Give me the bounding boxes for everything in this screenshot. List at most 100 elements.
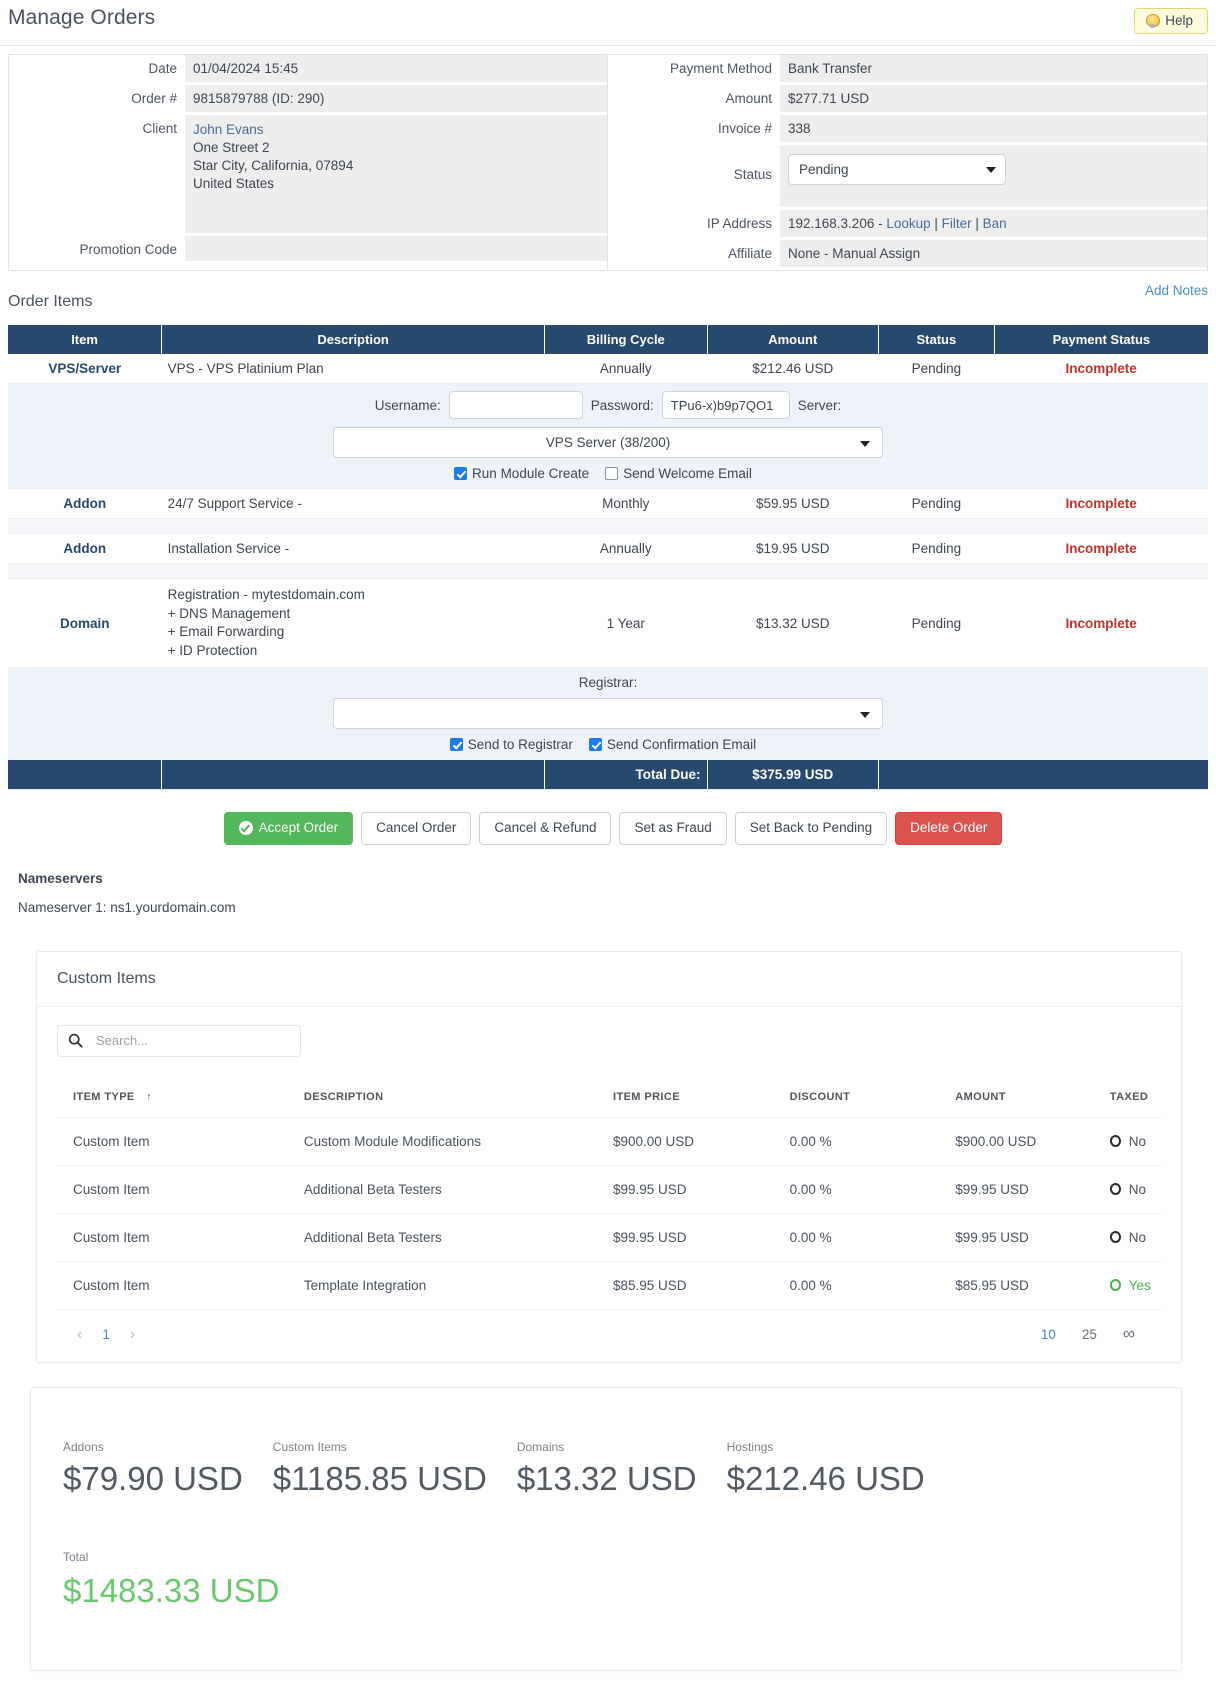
password-label: Password: xyxy=(590,397,654,413)
column-description[interactable]: DESCRIPTION xyxy=(299,1080,609,1118)
server-label: Server: xyxy=(797,397,842,413)
order-summary-card: Addons $79.90 USD Custom Items $1185.85 … xyxy=(30,1386,1182,1671)
help-button[interactable]: Help xyxy=(1134,8,1208,34)
summary-domains-label: Domains xyxy=(516,1439,565,1454)
total-due-row: Total Due: $375.99 USD xyxy=(8,759,1208,790)
custom-items-table-head: ITEM TYPE ↑ DESCRIPTION ITEM PRICE DISCO… xyxy=(57,1080,1161,1118)
domain-options-row: Send to Registrar Send Confirmation Emai… xyxy=(14,737,1202,752)
send-confirmation-email-group[interactable]: Send Confirmation Email xyxy=(588,737,757,752)
username-label: Username: xyxy=(374,397,441,413)
taxed-indicator[interactable]: No xyxy=(1109,1182,1157,1197)
status-cell: Pending xyxy=(780,145,1207,209)
registrar-label: Registrar: xyxy=(578,675,638,690)
cancel-and-refund-button[interactable]: Cancel & Refund xyxy=(479,812,612,845)
send-welcome-email-checkbox[interactable] xyxy=(605,467,619,480)
client-label: Client xyxy=(9,115,185,235)
table-row: Addon 24/7 Support Service - Monthly $59… xyxy=(8,488,1208,519)
set-as-fraud-button[interactable]: Set as Fraud xyxy=(619,812,727,845)
chevron-down-icon xyxy=(860,441,870,447)
page-size-10[interactable]: 10 xyxy=(1041,1327,1056,1342)
row-description: Registration - mytestdomain.com + DNS Ma… xyxy=(161,578,545,668)
accept-order-button[interactable]: Accept Order xyxy=(223,812,354,845)
radio-on-icon xyxy=(1109,1279,1121,1292)
row-amount: $900.00 USD xyxy=(951,1117,1106,1166)
row-status: Pending xyxy=(878,488,995,519)
column-item-type-label: ITEM TYPE xyxy=(73,1090,135,1103)
delete-order-button[interactable]: Delete Order xyxy=(895,812,1003,845)
row-taxed: No xyxy=(1105,1117,1161,1166)
row-amount: $99.95 USD xyxy=(951,1213,1106,1262)
custom-items-title: Custom Items xyxy=(37,952,1181,1007)
registrar-select[interactable] xyxy=(333,698,883,729)
send-to-registrar-label: Send to Registrar xyxy=(467,737,573,752)
cancel-order-button[interactable]: Cancel Order xyxy=(361,812,472,845)
ip-lookup-link[interactable]: Lookup xyxy=(886,216,930,231)
vps-options-row: Run Module Create Send Welcome Email xyxy=(14,466,1202,481)
vps-provisioning-panel: Username: Password: Server: VPS Server (… xyxy=(8,383,1208,489)
page-size-25[interactable]: 25 xyxy=(1082,1327,1097,1342)
row-separator-cell xyxy=(8,563,1208,579)
page-header: Manage Orders Help xyxy=(0,0,1216,46)
send-welcome-email-label: Send Welcome Email xyxy=(623,466,752,481)
send-confirmation-email-checkbox[interactable] xyxy=(588,738,602,751)
send-to-registrar-group[interactable]: Send to Registrar xyxy=(449,737,573,752)
row-description: VPS - VPS Platinium Plan xyxy=(161,354,545,384)
row-item-type: Addon xyxy=(8,488,162,519)
summary-custom-items-value: $1185.85 USD xyxy=(272,1459,487,1497)
column-item-type[interactable]: ITEM TYPE ↑ xyxy=(57,1080,300,1118)
order-status-select[interactable]: Pending xyxy=(788,154,1006,185)
run-module-create-checkbox[interactable] xyxy=(454,467,468,480)
order-items-table-body: VPS/Server VPS - VPS Platinium Plan Annu… xyxy=(8,354,1208,790)
run-module-create-label: Run Module Create xyxy=(472,466,590,481)
column-description: Description xyxy=(161,325,546,354)
taxed-indicator[interactable]: Yes xyxy=(1109,1278,1157,1293)
client-name-link[interactable]: John Evans xyxy=(193,121,599,139)
client-address-line-1: One Street 2 xyxy=(193,140,270,155)
set-back-to-pending-button[interactable]: Set Back to Pending xyxy=(734,812,888,845)
pagination-page-1[interactable]: 1 xyxy=(92,1327,120,1342)
username-input[interactable] xyxy=(448,391,583,419)
row-description: Additional Beta Testers xyxy=(299,1213,609,1262)
client-address-line-2: Star City, California, 07894 xyxy=(193,158,354,173)
taxed-indicator[interactable]: No xyxy=(1109,1134,1157,1149)
column-item: Item xyxy=(8,325,163,354)
password-input[interactable] xyxy=(661,391,790,419)
domain-desc-line-1: Registration - mytestdomain.com xyxy=(167,587,365,602)
server-select[interactable]: VPS Server (38/200) xyxy=(333,427,883,458)
total-blank-3 xyxy=(878,759,1208,790)
ip-filter-link[interactable]: Filter xyxy=(942,216,972,231)
taxed-indicator[interactable]: No xyxy=(1109,1230,1157,1245)
pagination-next-button[interactable]: › xyxy=(120,1326,145,1344)
status-label: Status xyxy=(608,145,780,209)
column-item-price[interactable]: ITEM PRICE xyxy=(609,1080,786,1118)
column-discount[interactable]: DISCOUNT xyxy=(785,1080,952,1118)
add-notes-link[interactable]: Add Notes xyxy=(1145,283,1208,298)
column-taxed[interactable]: TAXED xyxy=(1105,1080,1161,1118)
info-row-order-number: Order # 9815879788 (ID: 290) xyxy=(9,85,607,115)
search-box[interactable] xyxy=(57,1024,301,1057)
page-size-all[interactable]: ∞ xyxy=(1123,1325,1135,1342)
custom-items-header-row: ITEM TYPE ↑ DESCRIPTION ITEM PRICE DISCO… xyxy=(57,1080,1161,1118)
ip-ban-link[interactable]: Ban xyxy=(983,216,1007,231)
run-module-create-group[interactable]: Run Module Create xyxy=(454,466,589,481)
row-separator xyxy=(8,518,1208,534)
date-label: Date xyxy=(9,55,185,84)
row-billing-cycle: Monthly xyxy=(544,488,708,519)
row-taxed: No xyxy=(1105,1213,1161,1262)
nameservers-section: Nameservers Nameserver 1: ns1.yourdomain… xyxy=(18,871,1216,915)
search-input[interactable] xyxy=(94,1025,294,1056)
custom-items-table: ITEM TYPE ↑ DESCRIPTION ITEM PRICE DISCO… xyxy=(57,1080,1161,1310)
send-confirmation-email-label: Send Confirmation Email xyxy=(606,737,757,752)
row-discount: 0.00 % xyxy=(785,1117,952,1166)
info-row-affiliate: Affiliate None - Manual Assign xyxy=(608,240,1207,270)
column-amount[interactable]: AMOUNT xyxy=(951,1080,1106,1118)
table-row: VPS/Server VPS - VPS Platinium Plan Annu… xyxy=(8,354,1208,384)
row-payment-status: Incomplete xyxy=(994,488,1208,519)
send-to-registrar-checkbox[interactable] xyxy=(449,738,463,751)
pagination-prev-button[interactable]: ‹ xyxy=(67,1326,92,1344)
summary-totals-row: Addons $79.90 USD Custom Items $1185.85 … xyxy=(63,1440,1149,1498)
summary-custom-items: Custom Items $1185.85 USD xyxy=(273,1440,517,1498)
row-item-type: Addon xyxy=(8,533,162,564)
column-billing-cycle: Billing Cycle xyxy=(544,325,708,354)
send-welcome-email-group[interactable]: Send Welcome Email xyxy=(605,466,752,481)
